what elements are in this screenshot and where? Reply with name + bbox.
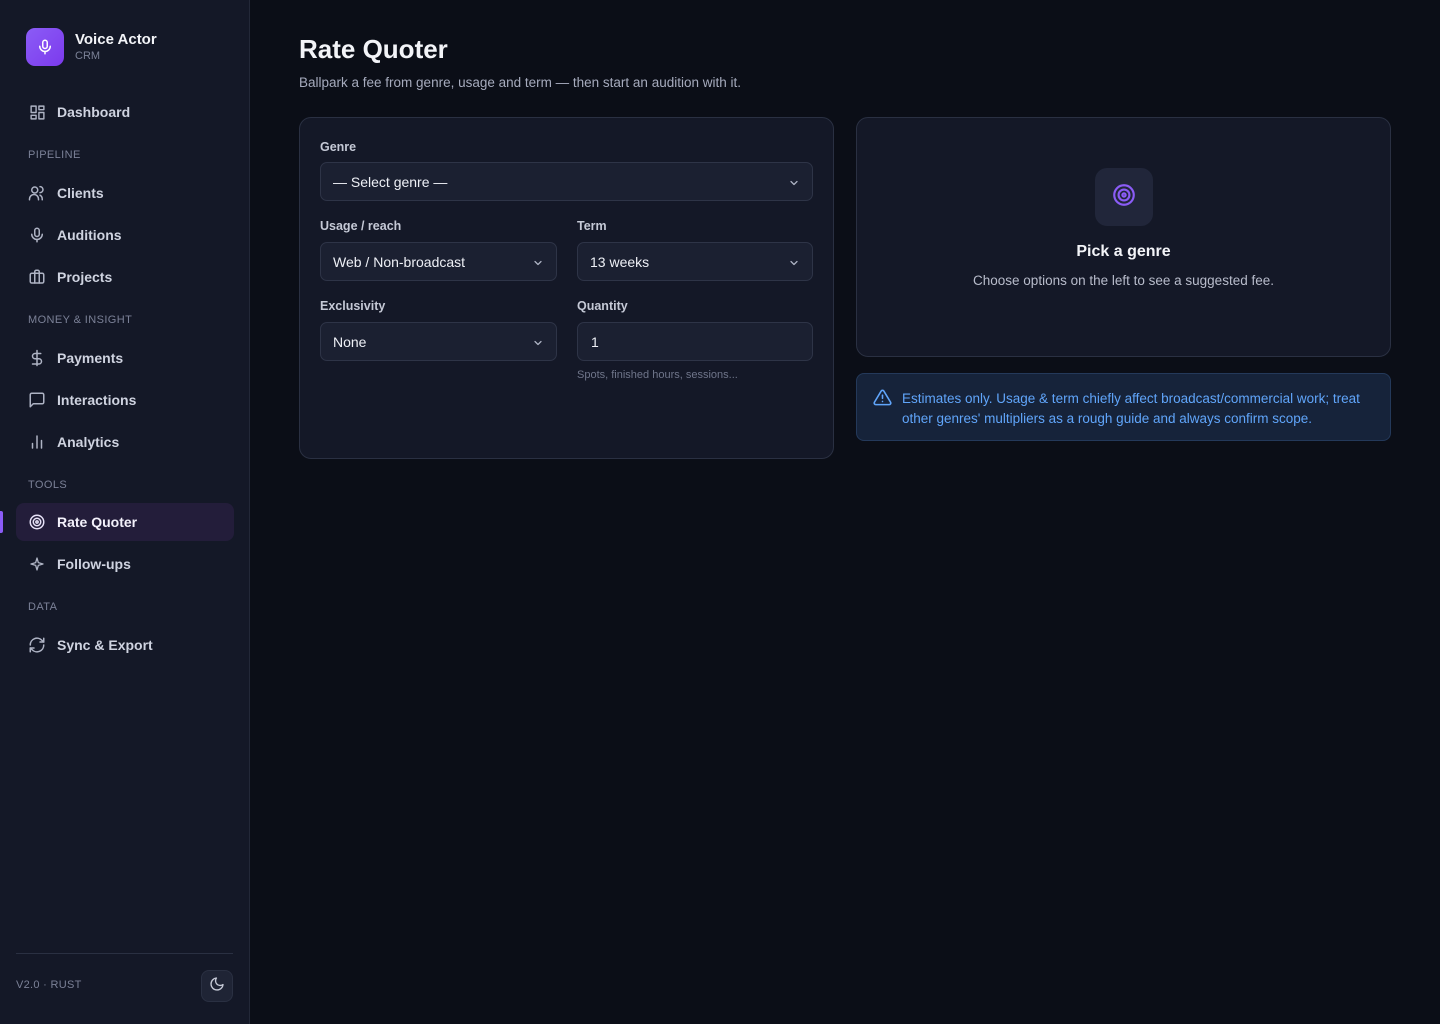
- warning-icon: [873, 388, 892, 412]
- target-badge: [1095, 168, 1153, 226]
- sidebar-item-label: Auditions: [57, 227, 122, 243]
- target-icon: [1111, 182, 1137, 213]
- genre-select[interactable]: — Select genre —: [320, 162, 813, 201]
- page-subtitle: Ballpark a fee from genre, usage and ter…: [299, 75, 741, 90]
- notice-text: Estimates only. Usage & term chiefly aff…: [902, 391, 1360, 426]
- briefcase-icon: [28, 268, 46, 286]
- usage-select-value: Web / Non-broadcast: [333, 253, 466, 270]
- sidebar-item-follow-ups[interactable]: Follow-ups: [16, 545, 234, 583]
- quantity-label: Quantity: [577, 299, 628, 313]
- brand[interactable]: Voice Actor CRM: [26, 28, 157, 66]
- users-icon: [28, 184, 46, 202]
- exclusivity-label: Exclusivity: [320, 299, 386, 313]
- grid-icon: [28, 103, 46, 121]
- section-money-insight: MONEY & INSIGHT: [28, 314, 133, 326]
- sidebar-item-label: Sync & Export: [57, 637, 153, 653]
- genre-select-value: — Select genre —: [333, 173, 448, 190]
- brand-title: Voice Actor: [75, 31, 157, 48]
- sidebar-item-dashboard[interactable]: Dashboard: [16, 93, 234, 131]
- sidebar-item-label: Analytics: [57, 434, 120, 450]
- chevron-down-icon: [532, 336, 544, 352]
- quantity-hint: Spots, finished hours, sessions...: [577, 369, 738, 381]
- quantity-input[interactable]: [577, 322, 813, 361]
- sparkle-icon: [28, 555, 46, 573]
- result-text: Choose options on the left to see a sugg…: [973, 273, 1274, 288]
- estimate-notice: Estimates only. Usage & term chiefly aff…: [856, 373, 1391, 441]
- term-select[interactable]: 13 weeks: [577, 242, 813, 281]
- bar-chart-icon: [28, 433, 46, 451]
- moon-icon: [209, 976, 225, 997]
- usage-label: Usage / reach: [320, 219, 402, 233]
- sidebar-item-payments[interactable]: Payments: [16, 339, 234, 377]
- sidebar-item-sync-export[interactable]: Sync & Export: [16, 626, 234, 664]
- active-indicator: [0, 511, 3, 533]
- version-label: V2.0 · RUST: [16, 979, 82, 991]
- sidebar-item-interactions[interactable]: Interactions: [16, 381, 234, 419]
- section-tools: TOOLS: [28, 479, 68, 491]
- result-title: Pick a genre: [1076, 243, 1171, 260]
- target-icon: [28, 513, 46, 531]
- chevron-down-icon: [788, 256, 800, 272]
- message-icon: [28, 391, 46, 409]
- sidebar-item-label: Dashboard: [57, 104, 131, 120]
- divider: [16, 953, 233, 954]
- sidebar-item-label: Projects: [57, 269, 113, 285]
- quote-form-card: Genre — Select genre — Usage / reach Web…: [299, 117, 834, 459]
- microphone-logo-icon: [26, 28, 64, 66]
- sidebar-item-label: Interactions: [57, 392, 137, 408]
- section-pipeline: PIPELINE: [28, 149, 81, 161]
- term-select-value: 13 weeks: [590, 253, 650, 270]
- genre-label: Genre: [320, 140, 357, 154]
- sidebar-item-label: Rate Quoter: [57, 514, 138, 530]
- sidebar-item-clients[interactable]: Clients: [16, 174, 234, 212]
- sidebar-item-projects[interactable]: Projects: [16, 258, 234, 296]
- chevron-down-icon: [788, 176, 800, 192]
- term-label: Term: [577, 219, 607, 233]
- page-title: Rate Quoter: [299, 34, 448, 64]
- brand-subtitle: CRM: [75, 50, 101, 62]
- dollar-icon: [28, 349, 46, 367]
- sidebar-item-auditions[interactable]: Auditions: [16, 216, 234, 254]
- sidebar: Voice Actor CRM Dashboard PIPELINE Clien…: [0, 0, 250, 1024]
- exclusivity-select-value: None: [333, 333, 367, 350]
- sidebar-item-analytics[interactable]: Analytics: [16, 423, 234, 461]
- refresh-icon: [28, 636, 46, 654]
- sidebar-item-label: Payments: [57, 350, 124, 366]
- microphone-icon: [28, 226, 46, 244]
- chevron-down-icon: [532, 256, 544, 272]
- theme-toggle-button[interactable]: [201, 970, 233, 1002]
- usage-select[interactable]: Web / Non-broadcast: [320, 242, 557, 281]
- exclusivity-select[interactable]: None: [320, 322, 557, 361]
- section-data: DATA: [28, 601, 58, 613]
- sidebar-item-rate-quoter[interactable]: Rate Quoter: [16, 503, 234, 541]
- result-card: Pick a genre Choose options on the left …: [856, 117, 1391, 357]
- sidebar-item-label: Clients: [57, 185, 104, 201]
- sidebar-item-label: Follow-ups: [57, 556, 131, 572]
